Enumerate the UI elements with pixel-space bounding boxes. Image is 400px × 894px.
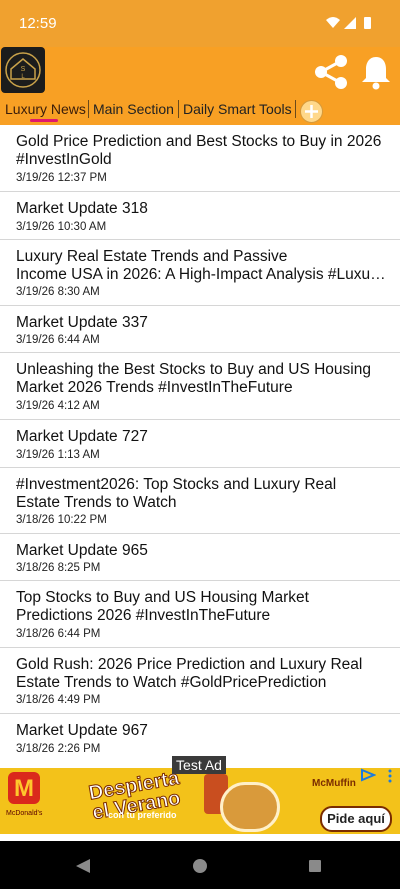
news-title: Market Update 967 — [16, 722, 148, 739]
tab-divider — [178, 100, 179, 118]
news-date: 3/19/26 4:12 AM — [16, 400, 100, 412]
news-date: 3/19/26 10:30 AM — [16, 221, 107, 233]
news-item[interactable]: Unleashing the Best Stocks to Buy and US… — [0, 353, 400, 420]
news-item[interactable]: Gold Price Prediction and Best Stocks to… — [0, 125, 400, 192]
news-item[interactable]: Market Update 965 3/18/26 8:25 PM — [0, 534, 400, 581]
news-title: Luxury Real Estate Trends and Passive In… — [16, 248, 384, 284]
news-title: Market Update 727 — [16, 428, 148, 445]
ad-banner[interactable]: M McDonald's Despierta el Verano con tu … — [0, 768, 400, 834]
ad-subline: con tu preferido — [108, 810, 177, 820]
news-item[interactable]: Top Stocks to Buy and US Housing Market … — [0, 581, 400, 648]
back-icon — [76, 859, 90, 873]
news-title: Top Stocks to Buy and US Housing Market … — [16, 589, 309, 624]
recents-icon — [309, 860, 321, 872]
signal-icon — [344, 17, 356, 29]
home-icon — [193, 859, 207, 873]
brand-letter: M — [14, 775, 34, 802]
tab-bar: Luxury News Main Section Daily Smart Too… — [0, 97, 400, 125]
logo-letter-1: S — [21, 66, 26, 73]
ad-choices-icon[interactable] — [360, 768, 376, 782]
news-date: 3/19/26 12:37 PM — [16, 172, 107, 184]
news-date: 3/19/26 1:13 AM — [16, 449, 100, 461]
news-title: Market Update 965 — [16, 542, 148, 559]
news-item[interactable]: Market Update 727 3/19/26 1:13 AM — [0, 420, 400, 468]
tab-daily-smart-tools[interactable]: Daily Smart Tools — [183, 101, 292, 117]
tab-luxury-news[interactable]: Luxury News — [5, 101, 86, 117]
news-date: 3/18/26 4:49 PM — [16, 694, 101, 706]
sandwich-image — [220, 782, 280, 832]
active-tab-indicator — [30, 119, 58, 122]
add-tab-button[interactable] — [300, 100, 323, 123]
news-title: Market Update 337 — [16, 314, 148, 331]
tab-divider — [88, 100, 89, 118]
house-logo-icon: S L — [5, 52, 41, 88]
status-icons — [326, 17, 371, 29]
more-options-icon[interactable] — [384, 768, 396, 784]
news-date: 3/18/26 6:44 PM — [16, 628, 101, 640]
news-date: 3/19/26 6:44 AM — [16, 334, 100, 346]
mcdonalds-logo: M — [8, 772, 40, 804]
news-item[interactable]: Gold Rush: 2026 Price Prediction and Lux… — [0, 648, 400, 714]
news-item[interactable]: #Investment2026: Top Stocks and Luxury R… — [0, 468, 400, 534]
news-item[interactable]: Luxury Real Estate Trends and Passive In… — [0, 240, 400, 306]
news-item[interactable]: Market Update 967 3/18/26 2:26 PM — [0, 714, 400, 755]
news-item[interactable]: Market Update 318 3/19/26 10:30 AM — [0, 192, 400, 240]
news-title: Gold Rush: 2026 Price Prediction and Lux… — [16, 656, 363, 691]
news-date: 3/18/26 2:26 PM — [16, 743, 101, 755]
share-icon[interactable] — [312, 54, 350, 90]
status-bar: 12:59 — [0, 0, 400, 47]
news-title: Market Update 318 — [16, 200, 148, 217]
news-list: Gold Price Prediction and Best Stocks to… — [0, 125, 400, 755]
status-time: 12:59 — [19, 15, 57, 32]
tab-divider — [295, 100, 296, 118]
plus-icon — [305, 105, 318, 118]
news-title-line2: Income USA in 2026: A High-Impact Analys… — [16, 266, 384, 283]
news-title: Unleashing the Best Stocks to Buy and US… — [16, 361, 371, 396]
news-date: 3/19/26 8:30 AM — [16, 286, 100, 298]
app-logo[interactable]: S L — [1, 47, 45, 93]
news-title-line1: Luxury Real Estate Trends and Passive — [16, 248, 288, 265]
brand-subtext: McDonald's — [6, 810, 43, 817]
ad-product: McMuffin — [312, 778, 356, 789]
tab-main-section[interactable]: Main Section — [93, 101, 174, 117]
news-title: Gold Price Prediction and Best Stocks to… — [16, 133, 382, 168]
wifi-icon — [326, 17, 340, 28]
ad-cta-button[interactable]: Pide aquí — [320, 806, 392, 832]
news-title: #Investment2026: Top Stocks and Luxury R… — [16, 476, 337, 511]
news-date: 3/18/26 8:25 PM — [16, 562, 101, 574]
system-nav-bar — [0, 841, 400, 889]
notification-bell-icon[interactable] — [360, 54, 392, 90]
ad-label: Test Ad — [172, 756, 226, 774]
news-date: 3/18/26 10:22 PM — [16, 514, 107, 526]
news-item[interactable]: Market Update 337 3/19/26 6:44 AM — [0, 306, 400, 353]
battery-icon — [364, 17, 371, 29]
